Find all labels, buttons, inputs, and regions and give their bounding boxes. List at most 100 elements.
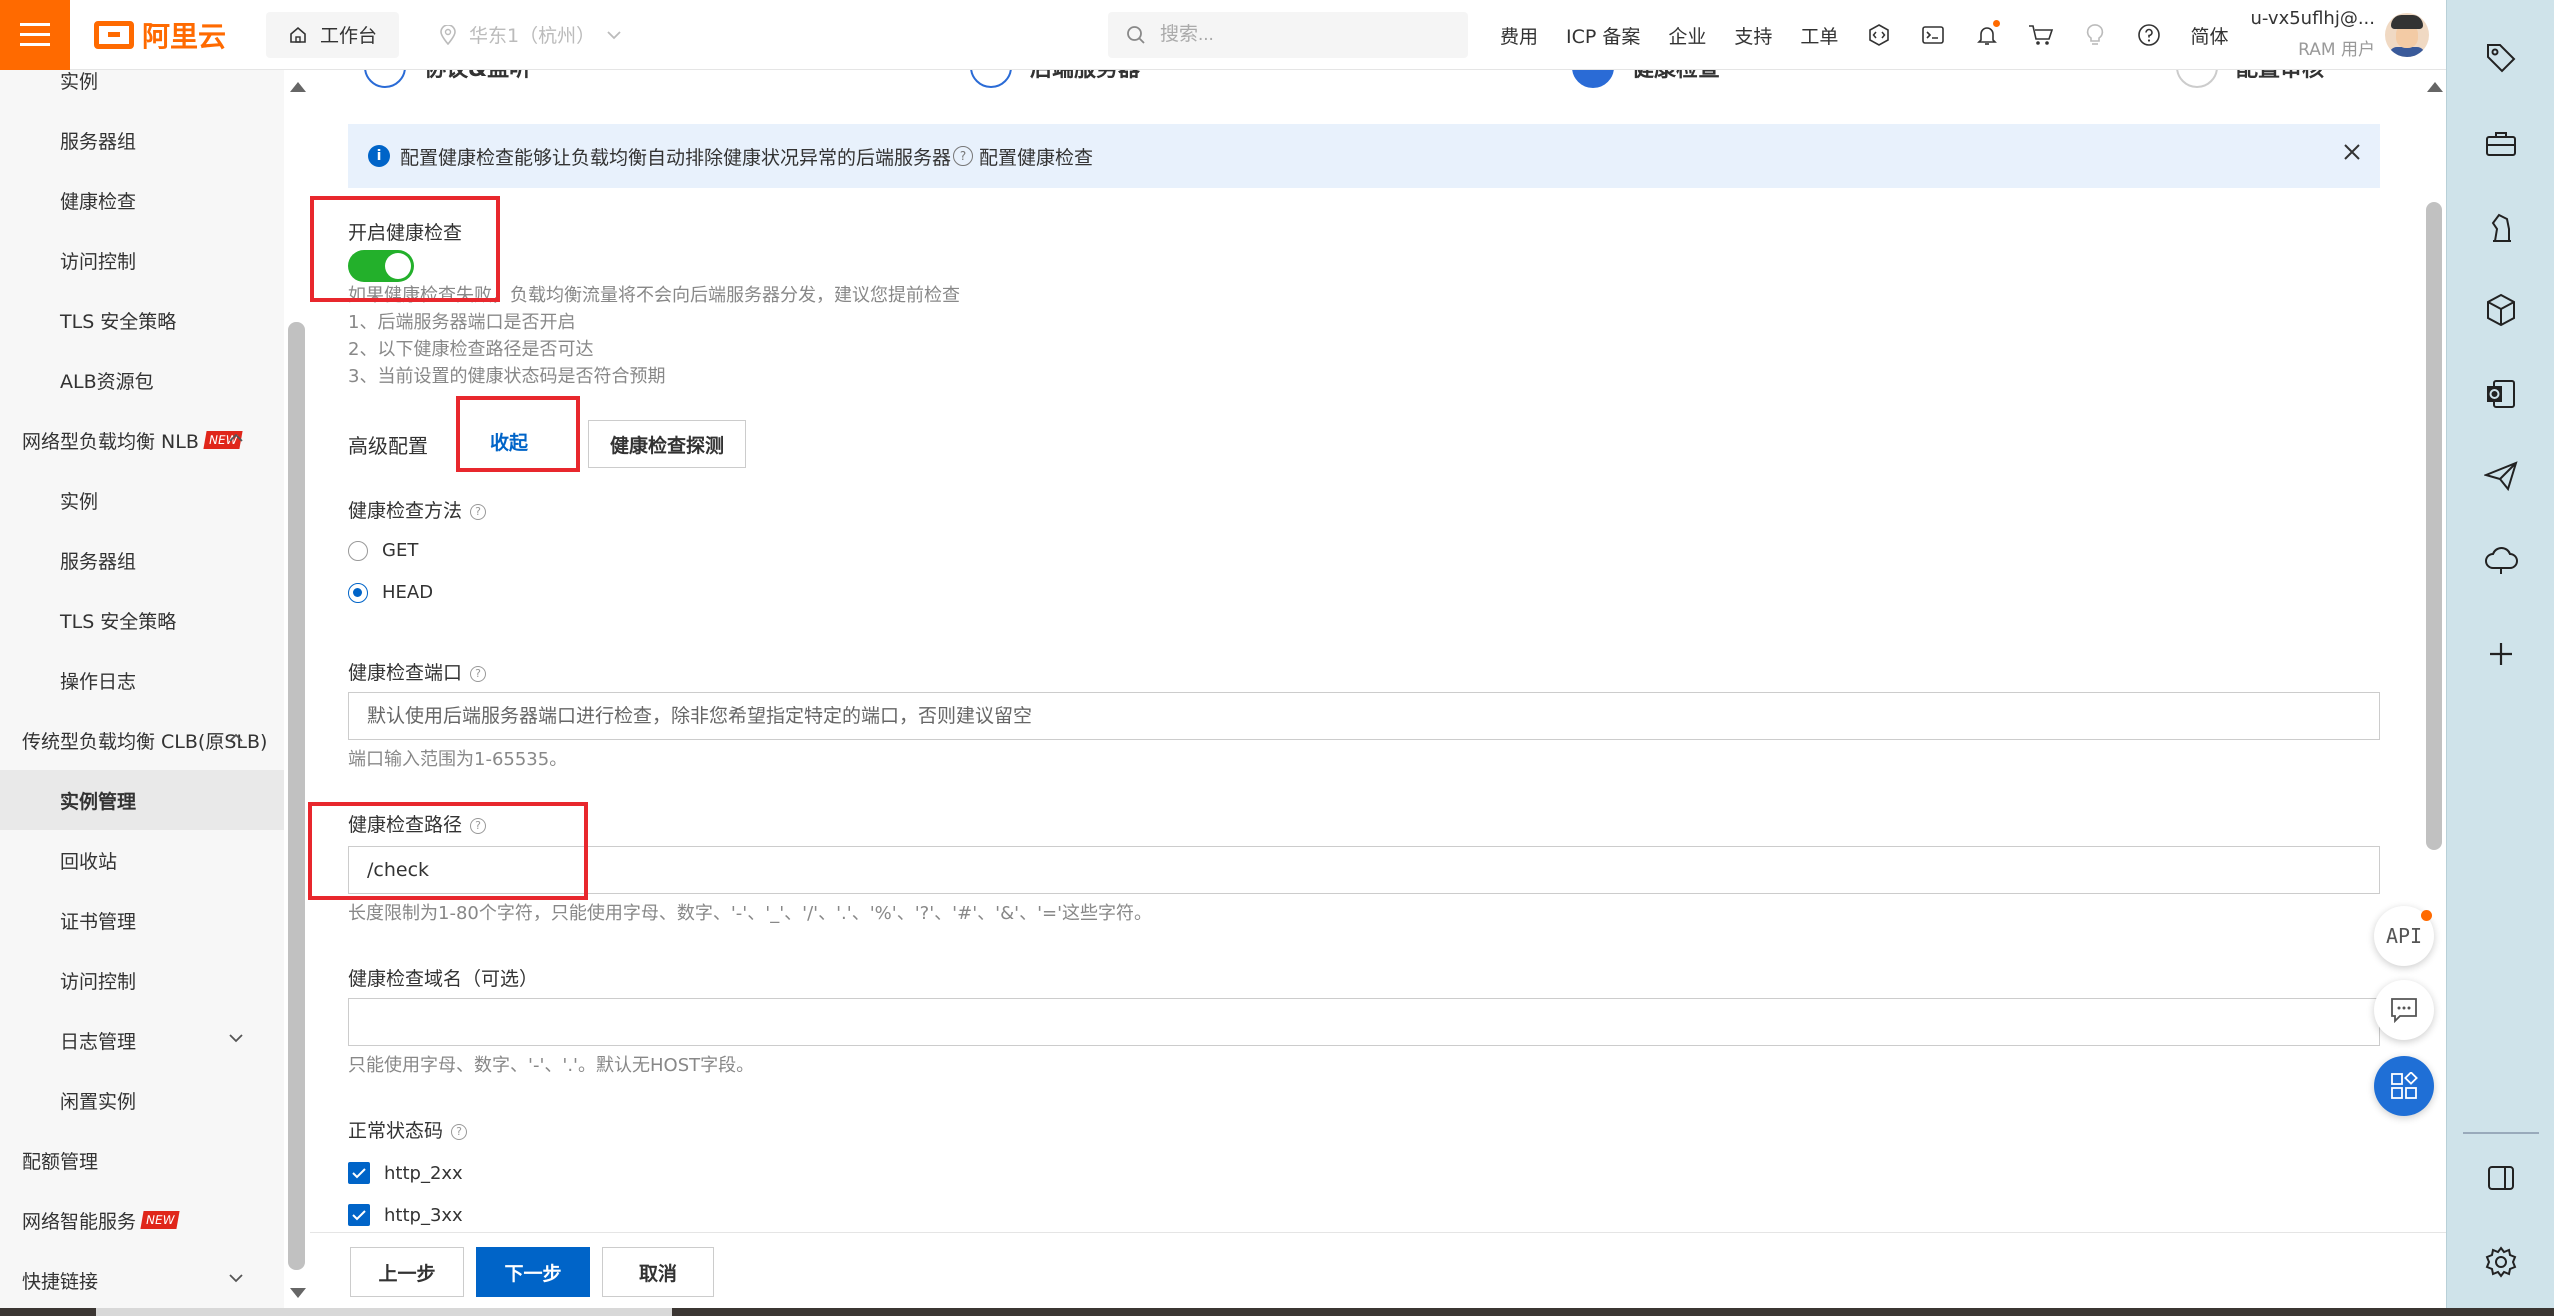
cart-icon[interactable] bbox=[2028, 22, 2054, 48]
sidebar-group-quick-links[interactable]: 快捷链接 bbox=[0, 1250, 284, 1310]
sidebar-item-log-management[interactable]: 日志管理 bbox=[0, 1010, 284, 1070]
nav-icp[interactable]: ICP 备案 bbox=[1566, 22, 1640, 49]
method-radio-get[interactable]: GET bbox=[348, 540, 418, 561]
nav-support[interactable]: 支持 bbox=[1734, 22, 1772, 49]
sidebar-group-nlb[interactable]: 网络型负载均衡 NLB NEW bbox=[0, 410, 284, 470]
sidebar-item-label: 网络智能服务 bbox=[22, 1210, 137, 1233]
health-check-toggle[interactable] bbox=[348, 250, 414, 282]
api-float-button[interactable]: API bbox=[2374, 906, 2434, 966]
sidebar-item-alb-resource-pack[interactable]: ALB资源包 bbox=[0, 350, 284, 410]
workbench-button[interactable]: 工作台 bbox=[266, 11, 400, 58]
lightbulb-icon[interactable] bbox=[2082, 22, 2108, 48]
radio-circle bbox=[348, 582, 368, 603]
toolbox-icon[interactable] bbox=[2481, 124, 2521, 164]
path-label-text: 健康检查路径 bbox=[348, 814, 463, 836]
language-switch[interactable]: 简体 bbox=[2190, 22, 2228, 49]
menu-icon[interactable] bbox=[0, 0, 70, 70]
sidebar-item-alb-health-check[interactable]: 健康检查 bbox=[0, 170, 284, 230]
sidebar-item-alb-access-control[interactable]: 访问控制 bbox=[0, 230, 284, 290]
right-rail bbox=[2446, 0, 2554, 1308]
sidebar-item-certificate-management[interactable]: 证书管理 bbox=[0, 890, 284, 950]
next-step-button[interactable]: 下一步 bbox=[476, 1247, 590, 1297]
chess-icon[interactable] bbox=[2481, 208, 2521, 248]
close-icon[interactable] bbox=[2342, 142, 2362, 162]
sidebar-item-recycle-bin[interactable]: 回收站 bbox=[0, 830, 284, 890]
sidebar-item-nlb-instance[interactable]: 实例 bbox=[0, 470, 284, 530]
sidebar-panel-icon[interactable] bbox=[2481, 1158, 2521, 1198]
status-code-checkbox-2xx[interactable]: http_2xx bbox=[348, 1162, 463, 1184]
step-3: 健康检查 bbox=[1572, 70, 1720, 88]
sidebar-item-label: 闲置实例 bbox=[60, 1090, 137, 1113]
terminal-icon[interactable] bbox=[1920, 22, 1946, 48]
sidebar-item-alb-server-group[interactable]: 服务器组 bbox=[0, 110, 284, 170]
apps-float-button[interactable] bbox=[2374, 1056, 2434, 1116]
sidebar-item-label: 配额管理 bbox=[22, 1150, 99, 1173]
scroll-thumb[interactable] bbox=[288, 322, 305, 1270]
sidebar-item-instance-management[interactable]: 实例管理 bbox=[0, 770, 284, 830]
scroll-thumb[interactable] bbox=[2426, 202, 2442, 850]
nav-fees[interactable]: 费用 bbox=[1500, 22, 1538, 49]
outlook-icon[interactable] bbox=[2481, 374, 2521, 414]
sidebar-group-clb[interactable]: 传统型负载均衡 CLB(原SLB) bbox=[0, 710, 284, 770]
nav-enterprise[interactable]: 企业 bbox=[1668, 22, 1706, 49]
sidebar-item-alb-instance[interactable]: 实例 bbox=[0, 70, 284, 110]
sidebar-item-quota-management[interactable]: 配额管理 bbox=[0, 1130, 284, 1190]
sidebar-item-nlb-tls-policy[interactable]: TLS 安全策略 bbox=[0, 590, 284, 650]
sidebar-item-label: ALB资源包 bbox=[60, 370, 154, 393]
avatar[interactable] bbox=[2385, 13, 2429, 57]
sidebar-item-nlb-operation-log[interactable]: 操作日志 bbox=[0, 650, 284, 710]
cube-icon[interactable] bbox=[2481, 290, 2521, 330]
path-input[interactable] bbox=[348, 846, 2380, 894]
method-radio-head[interactable]: HEAD bbox=[348, 582, 433, 603]
sidebar-item-nlb-server-group[interactable]: 服务器组 bbox=[0, 530, 284, 590]
sidebar-scrollbar[interactable] bbox=[286, 70, 308, 1316]
status-code-checkbox-3xx[interactable]: http_3xx bbox=[348, 1204, 463, 1226]
chat-float-button[interactable] bbox=[2374, 980, 2434, 1040]
scroll-up-arrow[interactable] bbox=[2427, 82, 2443, 92]
banner-link[interactable]: 配置健康检查 bbox=[979, 143, 1093, 170]
settings-icon[interactable] bbox=[2481, 1242, 2521, 1282]
tag-icon[interactable] bbox=[2481, 38, 2521, 78]
code-icon[interactable] bbox=[1866, 22, 1892, 48]
help-icon[interactable]: ? bbox=[470, 503, 487, 520]
checkbox-label: http_3xx bbox=[384, 1204, 463, 1226]
sidebar-item-label: 操作日志 bbox=[60, 670, 137, 693]
domain-input[interactable] bbox=[348, 998, 2380, 1046]
taskbar-strip bbox=[0, 1308, 2554, 1316]
help-icon[interactable]: ? bbox=[451, 1123, 468, 1140]
question-icon[interactable]: ? bbox=[953, 146, 974, 166]
help-icon[interactable] bbox=[2136, 22, 2162, 48]
send-icon[interactable] bbox=[2481, 456, 2521, 496]
sidebar-item-label: TLS 安全策略 bbox=[60, 610, 177, 633]
help-icon[interactable]: ? bbox=[470, 665, 487, 682]
step-2: 后端服务器 bbox=[970, 70, 1140, 88]
search-input[interactable] bbox=[1158, 23, 1448, 47]
scroll-up-arrow[interactable] bbox=[290, 82, 306, 92]
help-icon[interactable]: ? bbox=[470, 817, 487, 834]
cancel-button[interactable]: 取消 bbox=[602, 1247, 714, 1297]
sidebar-item-label: 日志管理 bbox=[60, 1030, 137, 1053]
main-scrollbar[interactable] bbox=[2420, 70, 2448, 1316]
region-selector[interactable]: 华东1（杭州） bbox=[439, 21, 621, 48]
cloud-icon[interactable] bbox=[2481, 540, 2521, 580]
aliyun-logo[interactable]: 阿里云 bbox=[94, 15, 226, 55]
sidebar-item-network-intelligence[interactable]: 网络智能服务 NEW bbox=[0, 1190, 284, 1250]
nav-ticket[interactable]: 工单 bbox=[1800, 22, 1838, 49]
workbench-label: 工作台 bbox=[320, 25, 378, 47]
user-info[interactable]: u-vx5uflhj@... RAM 用户 bbox=[2250, 8, 2376, 60]
health-check-probe-button[interactable]: 健康检查探测 bbox=[588, 420, 746, 468]
sidebar-item-idle-instance[interactable]: 闲置实例 bbox=[0, 1070, 284, 1130]
search-box[interactable] bbox=[1108, 12, 1468, 58]
step-label: 后端服务器 bbox=[1030, 70, 1140, 83]
sidebar-item-clb-access-control[interactable]: 访问控制 bbox=[0, 950, 284, 1010]
bell-icon[interactable] bbox=[1974, 20, 2001, 48]
sidebar-item-alb-tls-policy[interactable]: TLS 安全策略 bbox=[0, 290, 284, 350]
scroll-down-arrow[interactable] bbox=[290, 1288, 306, 1298]
port-input[interactable] bbox=[348, 692, 2380, 740]
step-1: 协议&监听 bbox=[364, 70, 531, 88]
chevron-down-icon bbox=[229, 1274, 243, 1283]
prev-step-button[interactable]: 上一步 bbox=[350, 1247, 464, 1297]
add-icon[interactable] bbox=[2481, 634, 2521, 674]
rail-divider bbox=[2463, 1132, 2539, 1134]
collapse-link[interactable]: 收起 bbox=[490, 428, 528, 455]
